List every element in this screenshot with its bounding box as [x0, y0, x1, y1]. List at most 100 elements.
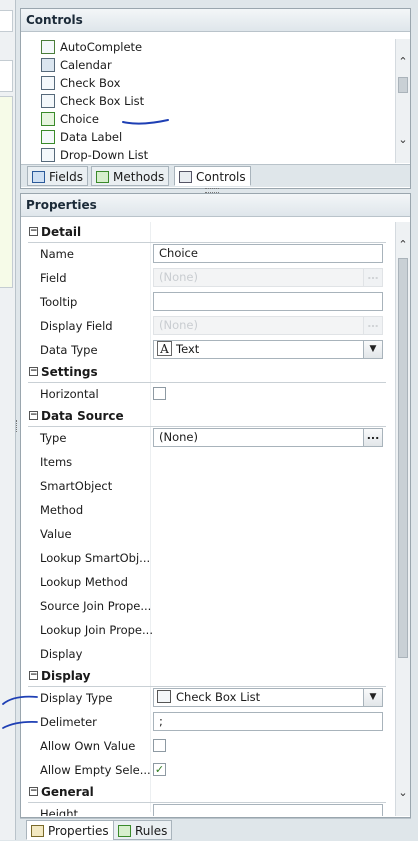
prop-label: Horizontal: [40, 387, 99, 401]
allow-empty-checkbox[interactable]: ✓: [153, 763, 166, 776]
choice-icon: [41, 111, 55, 126]
prop-row-height: Height: [28, 802, 386, 816]
prop-row-value: Value: [28, 522, 386, 546]
tab-label: Fields: [49, 170, 83, 184]
prop-label: Lookup SmartObj...: [40, 551, 151, 565]
properties-icon: [31, 824, 44, 837]
control-label: Data Label: [60, 130, 123, 144]
section-label: General: [41, 785, 94, 799]
control-item-calendar[interactable]: Calendar: [41, 56, 112, 74]
tab-properties[interactable]: Properties: [26, 820, 114, 840]
display-type-dropdown[interactable]: Check Box List ▼: [153, 688, 383, 707]
properties-panel-title: Properties: [21, 194, 410, 217]
scroll-thumb[interactable]: [398, 77, 408, 93]
properties-tabbar: Properties Rules: [20, 818, 411, 841]
controls-panel: Controls AutoComplete Calendar Check Box…: [20, 8, 411, 189]
prop-row-display: Display: [28, 642, 386, 666]
prop-row-items: Items: [28, 450, 386, 474]
tab-fields[interactable]: Fields: [27, 166, 88, 186]
scroll-down-icon[interactable]: ⌄: [396, 133, 410, 147]
properties-scrollbar[interactable]: ⌃ ⌄: [395, 222, 410, 816]
prop-label: SmartObject: [40, 479, 113, 493]
scroll-up-icon[interactable]: ⌃: [396, 55, 410, 69]
left-panel-canvas: [0, 96, 13, 288]
control-label: Check Box List: [60, 94, 145, 108]
section-general[interactable]: − General: [28, 782, 386, 803]
prop-row-tooltip: Tooltip: [28, 290, 386, 314]
prop-label: Name: [40, 247, 74, 261]
control-item-check-box[interactable]: Check Box: [41, 74, 120, 92]
prop-label: Tooltip: [40, 295, 78, 309]
section-label: Settings: [41, 365, 98, 379]
prop-row-name: Name Choice: [28, 242, 386, 266]
checkbox-icon: [41, 75, 55, 90]
control-label: Choice: [60, 112, 99, 126]
field-select: (None)…: [153, 268, 383, 287]
chevron-down-icon[interactable]: ▼: [363, 341, 382, 358]
prop-label: Data Type: [40, 343, 98, 357]
horizontal-checkbox[interactable]: [153, 387, 166, 400]
control-item-autocomplete[interactable]: AutoComplete: [41, 38, 142, 56]
prop-row-allow-empty: Allow Empty Sele... ✓: [28, 758, 386, 782]
collapse-icon[interactable]: −: [29, 367, 38, 376]
checkbox-list-icon: [157, 690, 171, 703]
collapse-icon[interactable]: −: [29, 411, 38, 420]
autocomplete-icon: [41, 39, 55, 54]
section-data-source[interactable]: − Data Source: [28, 406, 386, 427]
tab-label: Properties: [48, 824, 109, 838]
name-input[interactable]: Choice: [153, 244, 383, 263]
scroll-up-icon[interactable]: ⌃: [396, 238, 410, 252]
text-type-icon: A: [157, 341, 172, 356]
section-display[interactable]: − Display: [28, 666, 386, 687]
prop-row-smartobject: SmartObject: [28, 474, 386, 498]
calendar-icon: [41, 57, 55, 72]
prop-row-delimeter: Delimeter ;: [28, 710, 386, 734]
prop-row-horizontal: Horizontal: [28, 382, 386, 406]
collapse-icon[interactable]: −: [29, 787, 38, 796]
prop-row-lookup-method: Lookup Method: [28, 570, 386, 594]
scroll-down-icon[interactable]: ⌄: [396, 786, 410, 800]
dropdown-list-icon: [41, 147, 55, 162]
prop-label: Field: [40, 271, 67, 285]
controls-tabbar: Fields Methods Controls: [21, 164, 410, 187]
tab-methods[interactable]: Methods: [91, 166, 170, 186]
tooltip-input[interactable]: [153, 292, 383, 311]
properties-panel: Properties − Detail Name Choice Field (N…: [20, 193, 411, 818]
control-item-check-box-list[interactable]: Check Box List: [41, 92, 144, 110]
data-type-dropdown[interactable]: A Text ▼: [153, 340, 383, 359]
tab-controls[interactable]: Controls: [174, 166, 251, 186]
control-label: Drop-Down List: [60, 148, 149, 162]
controls-panel-title: Controls: [21, 9, 410, 32]
control-item-choice[interactable]: Choice: [41, 110, 99, 128]
prop-row-lookup-join: Lookup Join Prope...: [28, 618, 386, 642]
section-label: Display: [41, 669, 91, 683]
left-panel-toolbar: [0, 10, 13, 32]
data-type-value: Text: [176, 342, 200, 356]
prop-row-method: Method: [28, 498, 386, 522]
section-detail[interactable]: − Detail: [28, 222, 386, 243]
collapse-icon[interactable]: −: [29, 227, 38, 236]
control-item-data-label[interactable]: Data Label: [41, 128, 122, 146]
control-item-drop-down-list[interactable]: Drop-Down List: [41, 146, 148, 164]
ellipsis-button[interactable]: ...: [363, 429, 382, 446]
prop-label: Lookup Method: [40, 575, 128, 589]
section-label: Detail: [41, 225, 82, 239]
controls-icon: [179, 170, 192, 183]
controls-scrollbar[interactable]: ⌃ ⌄: [395, 39, 410, 163]
tab-rules[interactable]: Rules: [113, 820, 173, 840]
allow-own-value-checkbox[interactable]: [153, 739, 166, 752]
prop-label: Display: [40, 647, 83, 661]
type-select[interactable]: (None)...: [153, 428, 383, 447]
section-settings[interactable]: − Settings: [28, 362, 386, 383]
field-value: (None): [159, 270, 198, 284]
display-field-value: (None): [159, 318, 198, 332]
control-label: Check Box: [60, 76, 121, 90]
prop-label: Allow Own Value: [40, 739, 136, 753]
scroll-thumb[interactable]: [398, 258, 408, 658]
chevron-down-icon[interactable]: ▼: [363, 689, 382, 706]
tab-label: Controls: [196, 170, 246, 184]
prop-label: Height: [40, 807, 79, 816]
delimeter-input[interactable]: ;: [153, 712, 383, 731]
height-input[interactable]: [153, 804, 383, 816]
collapse-icon[interactable]: −: [29, 671, 38, 680]
